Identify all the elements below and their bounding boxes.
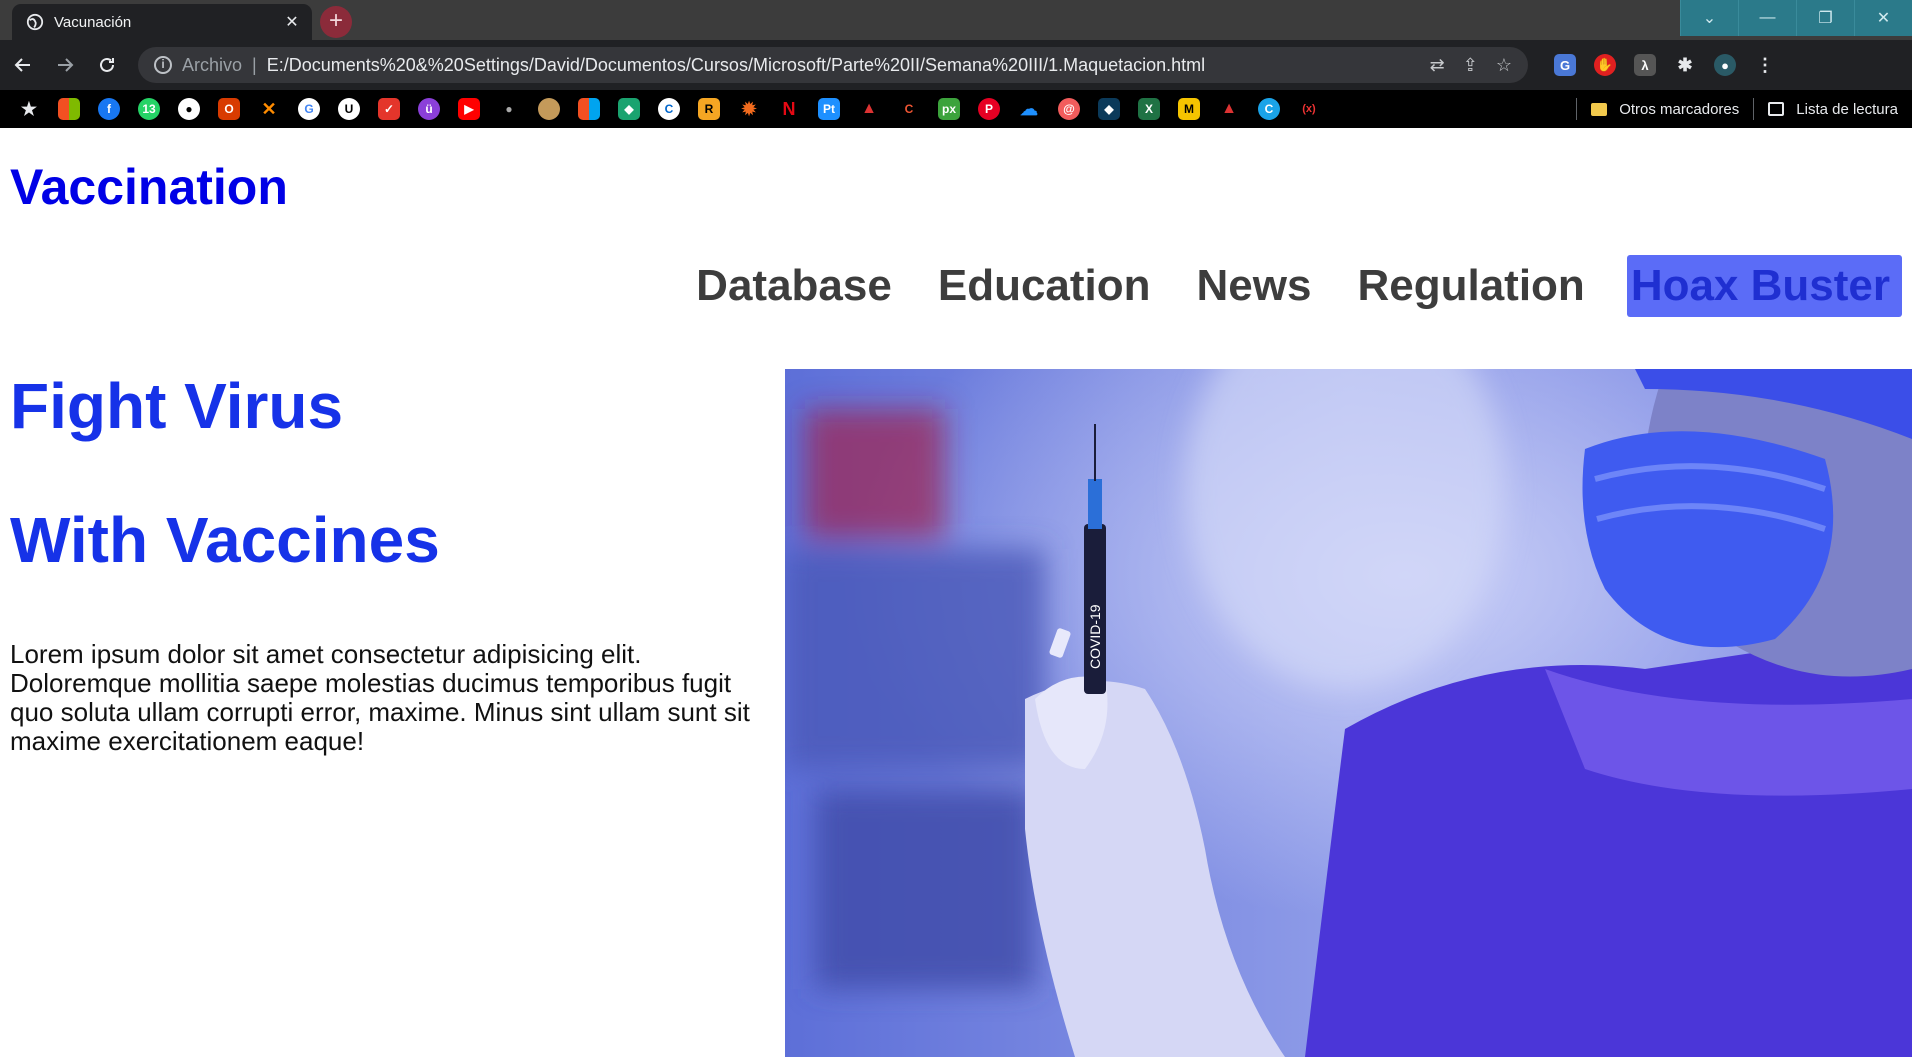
hero-paragraph: Lorem ipsum dolor sit amet consectetur a… xyxy=(10,639,750,756)
netflix-bookmark-icon[interactable]: N xyxy=(778,98,800,120)
gear-bookmark-icon[interactable]: ✹ xyxy=(738,98,760,120)
translate-icon[interactable]: ⇄ xyxy=(1430,55,1445,76)
pt-bookmark-icon[interactable]: Pt xyxy=(818,98,840,120)
nav-education[interactable]: Education xyxy=(934,255,1155,317)
globe-icon xyxy=(26,13,44,31)
youtube-bookmark-icon[interactable]: ▶ xyxy=(458,98,480,120)
pinterest-bookmark-icon[interactable]: P xyxy=(978,98,1000,120)
tab-search-icon[interactable]: ⌄ xyxy=(1680,0,1738,36)
red-ship-bookmark-icon[interactable]: ▲ xyxy=(1218,98,1240,120)
r-bookmark-icon[interactable]: R xyxy=(698,98,720,120)
bookmarks-divider xyxy=(1576,98,1578,120)
minimize-icon[interactable]: — xyxy=(1738,0,1796,36)
office-bookmark-icon[interactable]: O xyxy=(218,98,240,120)
canva-bookmark-icon[interactable]: C xyxy=(1258,98,1280,120)
address-url[interactable]: E:/Documents%20&%20Settings/David/Docume… xyxy=(267,55,1422,76)
apple-bookmark-icon[interactable]: ● xyxy=(498,98,520,120)
nav-news[interactable]: News xyxy=(1193,255,1316,317)
ship-bookmark-icon[interactable]: ▲ xyxy=(858,98,880,120)
hero-title-line2: With Vaccines xyxy=(10,504,440,576)
page-content: Vaccination Database Education News Regu… xyxy=(0,128,1912,1060)
profile-avatar-icon[interactable]: ● xyxy=(1714,54,1736,76)
excel-bookmark-icon[interactable]: X xyxy=(1138,98,1160,120)
nav-database[interactable]: Database xyxy=(692,255,896,317)
x-bookmark-icon[interactable]: ✕ xyxy=(258,98,280,120)
bookmark-star-icon[interactable]: ☆ xyxy=(1496,55,1512,76)
other-bookmarks-link[interactable]: Otros marcadores xyxy=(1619,101,1739,118)
shield-bookmark-icon[interactable]: ◆ xyxy=(1098,98,1120,120)
github-bookmark-icon[interactable]: ● xyxy=(178,98,200,120)
u-bookmark-icon[interactable]: U xyxy=(338,98,360,120)
restore-icon[interactable]: ❐ xyxy=(1796,0,1854,36)
x-variable-bookmark-icon[interactable]: (x) xyxy=(1298,98,1320,120)
syringe-label: COVID-19 xyxy=(1087,604,1103,669)
c-bookmark-icon[interactable]: C xyxy=(658,98,680,120)
bookmarks-divider-2 xyxy=(1753,98,1755,120)
address-bar[interactable]: i Archivo | E:/Documents%20&%20Settings/… xyxy=(138,47,1528,83)
px-bookmark-icon[interactable]: px xyxy=(938,98,960,120)
bookmarks-right: Otros marcadores Lista de lectura xyxy=(1562,90,1898,128)
hero-vaccine-image: COVID-19 xyxy=(785,369,1912,1057)
nav-hoax-buster[interactable]: Hoax Buster xyxy=(1626,255,1902,317)
browser-toolbar: i Archivo | E:/Documents%20&%20Settings/… xyxy=(0,40,1912,90)
nav-regulation[interactable]: Regulation xyxy=(1353,255,1588,317)
star-bookmark-icon[interactable]: ★ xyxy=(18,98,40,120)
coin-bookmark-icon[interactable]: @ xyxy=(1058,98,1080,120)
coursera-bookmark-icon[interactable]: C xyxy=(898,98,920,120)
menu-dots-icon[interactable]: ⋮ xyxy=(1754,54,1776,76)
browser-tab[interactable]: Vacunación ✕ xyxy=(12,4,312,40)
share-icon[interactable]: ⇪ xyxy=(1463,55,1478,76)
extensions-puzzle-icon[interactable]: ✱ xyxy=(1674,54,1696,76)
microsoft-bookmark-icon[interactable] xyxy=(58,98,80,120)
site-brand[interactable]: Vaccination xyxy=(10,158,288,216)
udemy-bookmark-icon[interactable]: ü xyxy=(418,98,440,120)
window-controls: ⌄ — ❐ ✕ xyxy=(1680,0,1912,36)
tab-close-icon[interactable]: ✕ xyxy=(282,12,302,32)
adblock-extension-icon[interactable]: ✋ xyxy=(1594,54,1616,76)
reading-list-icon xyxy=(1768,102,1785,116)
address-separator: | xyxy=(252,54,257,75)
m-bookmark-icon[interactable]: M xyxy=(1178,98,1200,120)
info-icon[interactable]: i xyxy=(154,56,172,74)
back-arrow-icon[interactable] xyxy=(4,46,42,84)
translate-extension-icon[interactable]: G xyxy=(1554,54,1576,76)
windows-bookmark-icon[interactable] xyxy=(578,98,600,120)
reload-icon[interactable] xyxy=(88,46,126,84)
reading-list-link[interactable]: Lista de lectura xyxy=(1796,101,1898,118)
close-window-icon[interactable]: ✕ xyxy=(1854,0,1912,36)
hero-text-block: Fight Virus With Vaccines Lorem ipsum do… xyxy=(10,368,770,756)
tab-strip: Vacunación ✕ + ⌄ — ❐ ✕ xyxy=(0,0,1912,40)
forward-arrow-icon[interactable] xyxy=(46,46,84,84)
circle-bookmark-icon[interactable] xyxy=(538,98,560,120)
extensions-area: G ✋ λ ✱ ● ⋮ xyxy=(1554,54,1776,76)
main-nav: Database Education News Regulation Hoax … xyxy=(654,255,1902,317)
vue-bookmark-icon[interactable]: ◆ xyxy=(618,98,640,120)
google-bookmark-icon[interactable]: G xyxy=(298,98,320,120)
lambda-extension-icon[interactable]: λ xyxy=(1634,54,1656,76)
tab-title: Vacunación xyxy=(54,13,132,31)
pocket-bookmark-icon[interactable]: ✓ xyxy=(378,98,400,120)
hero-title-line1: Fight Virus xyxy=(10,370,344,442)
onedrive-bookmark-icon[interactable]: ☁ xyxy=(1018,98,1040,120)
facebook-bookmark-icon[interactable]: f xyxy=(98,98,120,120)
bookmarks-bar: ★ f 13 ● O ✕ G U ✓ ü ▶ ● ◆ C R ✹ N Pt ▲ … xyxy=(0,90,1912,128)
new-tab-button[interactable]: + xyxy=(320,6,352,38)
address-scheme: Archivo xyxy=(182,54,243,75)
folder-icon xyxy=(1591,102,1608,116)
whatsapp-bookmark-icon[interactable]: 13 xyxy=(138,98,160,120)
